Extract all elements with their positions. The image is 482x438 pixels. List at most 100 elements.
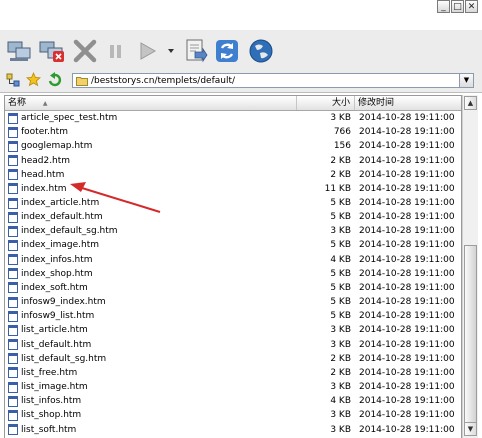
file-size: 3 KB [330, 424, 351, 435]
file-date: 2014-10-28 19:11:00 [359, 113, 455, 124]
globe-icon[interactable] [248, 38, 274, 64]
window-controls: _ □ ✕ [437, 0, 478, 14]
html-file-icon [8, 239, 18, 251]
file-name: index.htm [21, 183, 67, 194]
file-row[interactable]: index_infos.htm 4 KB 2014-10-28 19:11:00 [5, 253, 461, 267]
vertical-scrollbar[interactable]: ▲ ▼ [462, 95, 478, 438]
file-row[interactable]: footer.htm 766 2014-10-28 19:11:00 [5, 125, 461, 139]
file-name-cell: infosw9_index.htm [5, 296, 297, 308]
dropdown-icon[interactable] [166, 38, 176, 64]
html-file-icon [8, 282, 18, 294]
file-date: 2014-10-28 19:11:00 [359, 282, 455, 293]
file-row[interactable]: list_article.htm 3 KB 2014-10-28 19:11:00 [5, 323, 461, 337]
file-size: 766 [333, 127, 351, 138]
file-name-cell: footer.htm [5, 126, 297, 138]
file-name: footer.htm [21, 127, 68, 138]
scroll-up-button[interactable]: ▲ [464, 96, 477, 110]
file-date: 2014-10-28 19:11:00 [359, 367, 455, 378]
file-date: 2014-10-28 19:11:00 [359, 268, 455, 279]
column-date-header[interactable]: 修改时间 [355, 96, 461, 110]
file-name-cell: article_spec_test.htm [5, 112, 297, 124]
file-row[interactable]: list_image.htm 3 KB 2014-10-28 19:11:00 [5, 380, 461, 394]
file-name-cell: head.htm [5, 169, 297, 181]
file-size: 5 KB [330, 268, 351, 279]
sort-up-icon: ▲ [42, 100, 48, 107]
file-date: 2014-10-28 19:11:00 [359, 353, 455, 364]
file-row[interactable]: list_default_sg.htm 2 KB 2014-10-28 19:11:… [5, 352, 461, 366]
minimize-button[interactable]: _ [437, 0, 450, 13]
file-name: list_infos.htm [21, 396, 82, 407]
file-row[interactable]: list_shop.htm 3 KB 2014-10-28 19:11:00 [5, 408, 461, 422]
sitemap-icon[interactable] [6, 73, 20, 87]
file-name: list_default.htm [21, 339, 92, 350]
file-size: 3 KB [330, 382, 351, 393]
file-row[interactable]: list_infos.htm 4 KB 2014-10-28 19:11:00 [5, 394, 461, 408]
abort-icon[interactable] [72, 38, 98, 64]
play-icon[interactable] [136, 38, 158, 64]
file-date: 2014-10-28 19:11:00 [359, 127, 455, 138]
favorites-star-icon[interactable] [26, 72, 41, 87]
file-date: 2014-10-28 19:11:00 [359, 339, 455, 350]
file-row[interactable]: infosw9_index.htm 5 KB 2014-10-28 19:11:00 [5, 295, 461, 309]
file-row[interactable]: index.htm 11 KB 2014-10-28 19:11:00 [5, 182, 461, 196]
file-row[interactable]: index_default_sg.htm 3 KB 2014-10-28 19:11… [5, 224, 461, 238]
file-row[interactable]: head.htm 2 KB 2014-10-28 19:11:00 [5, 168, 461, 182]
file-name: list_article.htm [21, 325, 88, 336]
file-size: 5 KB [330, 212, 351, 223]
file-name-cell: list_soft.htm [5, 424, 297, 436]
disconnect-icon[interactable] [38, 38, 66, 64]
column-name-header[interactable]: 名称 ▲ [5, 96, 297, 110]
file-name: head.htm [21, 169, 65, 180]
file-row[interactable]: index_shop.htm 5 KB 2014-10-28 19:11:00 [5, 267, 461, 281]
file-row[interactable]: googlemap.htm 156 2014-10-28 19:11:00 [5, 139, 461, 153]
restore-button[interactable]: □ [451, 0, 464, 13]
html-file-icon [8, 140, 18, 152]
file-date: 2014-10-28 19:11:00 [359, 396, 455, 407]
file-date: 2014-10-28 19:11:00 [359, 183, 455, 194]
file-date: 2014-10-28 19:11:00 [359, 240, 455, 251]
address-input[interactable]: /beststorys.cn/templets/default/ [72, 73, 460, 88]
file-date: 2014-10-28 19:11:00 [359, 169, 455, 180]
html-file-icon [8, 211, 18, 223]
scroll-down-button[interactable]: ▼ [464, 422, 477, 436]
connect-icon[interactable] [6, 38, 34, 64]
file-size: 11 KB [324, 183, 351, 194]
file-row[interactable]: infosw9_list.htm 5 KB 2014-10-28 19:11:00 [5, 309, 461, 323]
file-row[interactable]: list_soft.htm 3 KB 2014-10-28 19:11:00 [5, 422, 461, 436]
file-row[interactable]: list_default.htm 3 KB 2014-10-28 19:11:00 [5, 338, 461, 352]
pause-icon[interactable] [106, 38, 126, 64]
file-size: 5 KB [330, 311, 351, 322]
file-name: list_free.htm [21, 367, 78, 378]
refresh-icon[interactable] [214, 38, 240, 64]
file-name-cell: index_image.htm [5, 239, 297, 251]
file-row[interactable]: list_free.htm 2 KB 2014-10-28 19:11:00 [5, 366, 461, 380]
file-row[interactable]: index_article.htm 5 KB 2014-10-28 19:11:00 [5, 196, 461, 210]
html-file-icon [8, 126, 18, 138]
file-name: index_image.htm [21, 240, 100, 251]
column-header: 名称 ▲ 大小 修改时间 [5, 96, 461, 111]
transfer-icon[interactable] [182, 38, 208, 64]
file-row[interactable]: head2.htm 2 KB 2014-10-28 19:11:00 [5, 153, 461, 167]
scroll-thumb[interactable] [464, 245, 477, 435]
file-size: 3 KB [330, 226, 351, 237]
column-size-header[interactable]: 大小 [297, 96, 355, 110]
address-dropdown-button[interactable]: ▼ [460, 73, 474, 88]
file-date: 2014-10-28 19:11:00 [359, 198, 455, 209]
file-name: index_default.htm [21, 212, 103, 223]
back-up-icon[interactable] [47, 72, 63, 87]
html-file-icon [8, 268, 18, 280]
file-row[interactable]: index_default.htm 5 KB 2014-10-28 19:11:00 [5, 210, 461, 224]
file-name-cell: index_default.htm [5, 211, 297, 223]
folder-icon [76, 76, 88, 86]
file-name: index_infos.htm [21, 254, 93, 265]
file-row[interactable]: index_image.htm 5 KB 2014-10-28 19:11:00 [5, 238, 461, 252]
html-file-icon [8, 225, 18, 237]
file-size: 4 KB [330, 254, 351, 265]
file-row[interactable]: article_spec_test.htm 3 KB 2014-10-28 19:1… [5, 111, 461, 125]
file-row[interactable]: index_soft.htm 5 KB 2014-10-28 19:11:00 [5, 281, 461, 295]
close-button[interactable]: ✕ [465, 0, 478, 13]
html-file-icon [8, 353, 18, 365]
html-file-icon [8, 339, 18, 351]
file-name: index_shop.htm [21, 268, 93, 279]
file-rows: article_spec_test.htm 3 KB 2014-10-28 19:1… [5, 111, 461, 437]
